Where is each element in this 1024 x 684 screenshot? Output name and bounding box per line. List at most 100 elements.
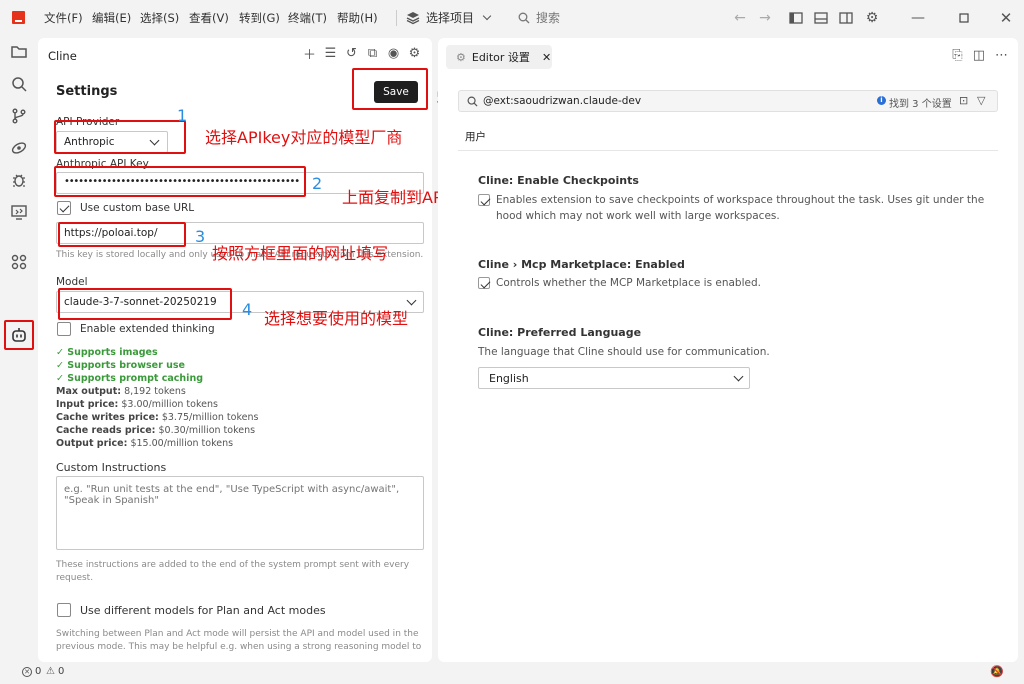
minimize-icon[interactable]: — xyxy=(910,10,926,26)
setting-title-language: Cline: Preferred Language xyxy=(478,326,642,339)
toggle-secondary-sidebar-icon[interactable] xyxy=(838,10,854,26)
plan-act-checkbox[interactable] xyxy=(57,603,71,617)
search-icon xyxy=(518,12,530,23)
info-icon: i xyxy=(877,96,886,105)
command-search[interactable]: 搜索 xyxy=(518,9,560,26)
language-value: English xyxy=(489,372,529,385)
annotation-box-base-url xyxy=(58,222,186,247)
menu-terminal[interactable]: 终端(T) xyxy=(288,10,327,26)
spec-value: $15.00/million tokens xyxy=(130,438,234,449)
custom-instructions-textarea[interactable] xyxy=(56,476,424,550)
layers-icon xyxy=(406,11,420,24)
toggle-panel-icon[interactable] xyxy=(813,10,829,26)
warning-icon[interactable]: ⚠ xyxy=(46,666,55,677)
notifications-muted-icon[interactable]: 🔕 xyxy=(990,665,1004,678)
settings-search-input[interactable]: @ext:saoudrizwan.claude-dev i 找到 3 个设置 ⊡… xyxy=(458,90,998,112)
editor-panel: ⚙ Editor 设置 ✕ ⎘ ◫ ⋯ @ext:saoudrizwan.cla… xyxy=(438,38,1018,662)
remote-window-icon[interactable] xyxy=(9,202,29,222)
setting-desc-mcp: Controls whether the MCP Marketplace is … xyxy=(496,277,761,289)
history-icon[interactable]: ↺ xyxy=(344,46,359,61)
extended-thinking-checkbox[interactable] xyxy=(57,322,71,336)
panel-title: Cline xyxy=(48,49,77,63)
forward-arrow-icon[interactable]: → xyxy=(757,10,773,26)
chevron-down-icon xyxy=(406,295,417,306)
maximize-icon[interactable] xyxy=(956,10,972,26)
spec-label: Cache reads price: xyxy=(56,425,156,436)
search-icon[interactable] xyxy=(9,74,29,94)
checkpoints-checkbox[interactable] xyxy=(478,194,490,206)
spec-label: Max output: xyxy=(56,386,122,397)
close-tab-icon[interactable]: ✕ xyxy=(542,51,551,64)
menu-go[interactable]: 转到(G) xyxy=(239,10,280,26)
clear-filter-icon[interactable]: ⊡ xyxy=(959,94,968,107)
cline-robot-icon[interactable] xyxy=(9,325,29,345)
tab-label: Editor 设置 xyxy=(471,51,530,64)
debug-icon[interactable] xyxy=(9,170,29,190)
editor-toolbar: ⎘ ◫ ⋯ xyxy=(952,48,1008,63)
split-editor-icon[interactable]: ◫ xyxy=(973,48,985,63)
open-json-icon[interactable]: ⎘ xyxy=(952,48,962,63)
panel-toolbar: ＋ ☰ ↺ ⧉ ◉ ⚙ xyxy=(302,46,422,63)
account-icon[interactable]: ◉ xyxy=(386,46,401,61)
close-window-icon[interactable]: ✕ xyxy=(998,10,1014,26)
annotation-number-2: 2 xyxy=(312,174,323,193)
feature-browser-use: ✓ Supports browser use xyxy=(56,360,185,371)
spec-cache-writes-price: Cache writes price: $3.75/million tokens xyxy=(56,412,258,423)
spec-cache-reads-price: Cache reads price: $0.30/million tokens xyxy=(56,425,255,436)
menu-help[interactable]: 帮助(H) xyxy=(337,10,378,26)
menu-selection[interactable]: 选择(S) xyxy=(140,10,179,26)
toggle-primary-sidebar-icon[interactable] xyxy=(788,10,804,26)
annotation-text-3: 按照方框里面的网址填写 xyxy=(212,244,389,263)
mcp-marketplace-checkbox[interactable] xyxy=(478,277,490,289)
search-icon xyxy=(467,96,478,107)
error-icon[interactable]: ✕ xyxy=(22,667,32,677)
spec-label: Cache writes price: xyxy=(56,412,159,423)
chevron-down-icon xyxy=(733,371,744,382)
setting-desc-language: The language that Cline should use for c… xyxy=(478,346,770,358)
spec-value: 8,192 tokens xyxy=(124,386,186,397)
filter-icon[interactable]: ▽ xyxy=(977,94,985,107)
spec-max-output: Max output: 8,192 tokens xyxy=(56,386,186,397)
spec-label: Output price: xyxy=(56,438,128,449)
annotation-box-model xyxy=(58,288,232,320)
error-count: 0 xyxy=(35,666,42,677)
search-value: @ext:saoudrizwan.claude-dev xyxy=(483,95,642,107)
menu-file[interactable]: 文件(F) xyxy=(44,10,83,26)
popout-icon[interactable]: ⧉ xyxy=(365,46,380,61)
gear-icon[interactable]: ⚙ xyxy=(864,10,880,26)
annotation-number-4: 4 xyxy=(242,300,253,319)
setting-desc-checkpoints: Enables extension to save checkpoints of… xyxy=(496,194,985,222)
explorer-icon[interactable] xyxy=(9,42,29,62)
spec-value: $0.30/million tokens xyxy=(158,425,256,436)
warning-count: 0 xyxy=(58,666,65,677)
plan-act-note: Switching between Plan and Act mode will… xyxy=(56,629,422,652)
found-count: 找到 3 个设置 xyxy=(889,99,952,110)
back-arrow-icon[interactable]: ← xyxy=(732,10,748,26)
title-bar: 文件(F) 编辑(E) 选择(S) 查看(V) 转到(G) 终端(T) 帮助(H… xyxy=(0,0,1024,36)
tab-user-scope[interactable]: 用户 xyxy=(465,129,486,144)
more-actions-icon[interactable]: ⋯ xyxy=(995,48,1008,63)
feature-images: ✓ Supports images xyxy=(56,347,158,358)
language-select[interactable]: English xyxy=(478,367,750,389)
activity-bar xyxy=(0,36,38,662)
spec-value: $3.00/million tokens xyxy=(121,399,218,410)
project-selector[interactable]: 选择项目 xyxy=(406,9,492,26)
source-control-icon[interactable] xyxy=(9,106,29,126)
setting-title-checkpoints: Cline: Enable Checkpoints xyxy=(478,174,639,187)
custom-instructions-label: Custom Instructions xyxy=(56,461,167,474)
project-label: 选择项目 xyxy=(426,11,475,25)
settings-gear-icon[interactable]: ⚙ xyxy=(407,46,422,61)
chevron-down-icon xyxy=(482,11,492,21)
menu-edit[interactable]: 编辑(E) xyxy=(92,10,131,26)
custom-base-url-checkbox[interactable] xyxy=(57,201,71,215)
mcp-servers-icon[interactable]: ☰ xyxy=(323,46,338,61)
settings-title: Settings xyxy=(56,84,118,99)
plus-icon[interactable]: ＋ xyxy=(302,46,317,63)
remote-explorer-icon[interactable] xyxy=(9,138,29,158)
app-logo-icon xyxy=(12,11,25,24)
tab-editor-settings[interactable]: ⚙ Editor 设置 ✕ xyxy=(446,45,552,69)
menu-view[interactable]: 查看(V) xyxy=(189,10,229,26)
spec-input-price: Input price: $3.00/million tokens xyxy=(56,399,218,410)
feature-prompt-caching: ✓ Supports prompt caching xyxy=(56,373,204,384)
extensions-icon[interactable] xyxy=(9,252,29,272)
